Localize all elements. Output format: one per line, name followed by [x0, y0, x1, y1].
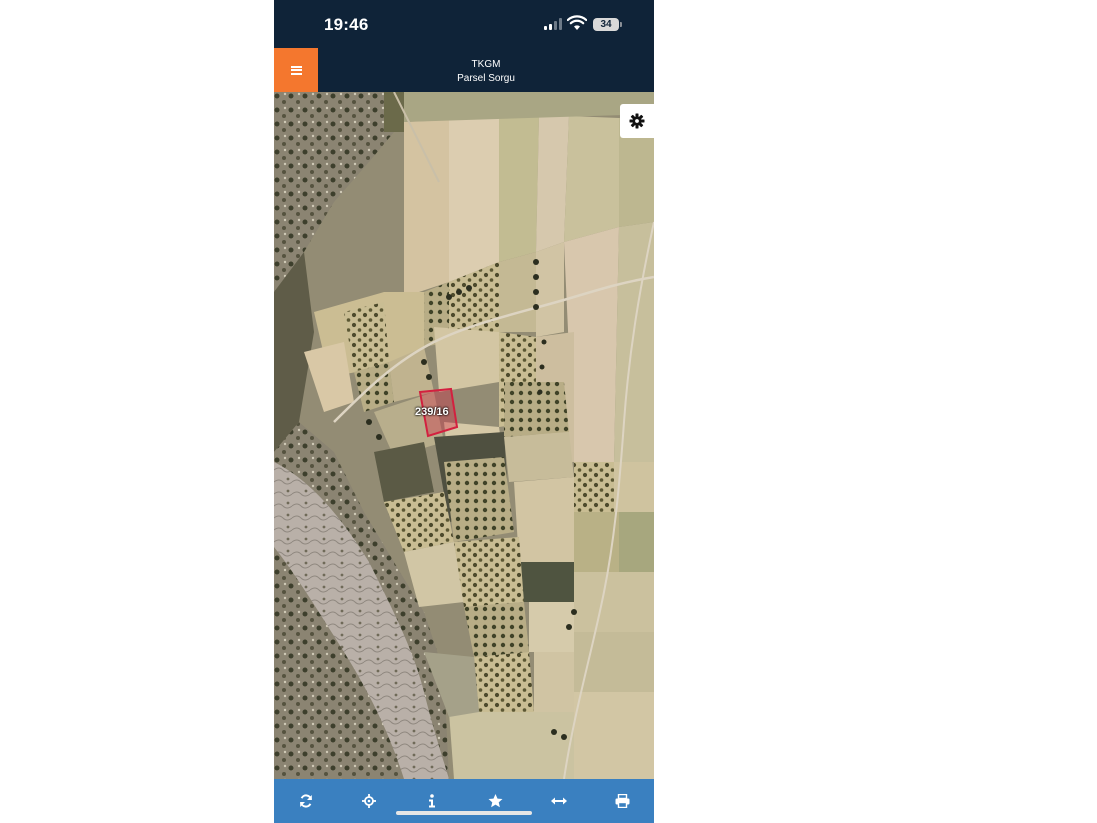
info-icon	[429, 794, 436, 808]
star-icon	[488, 794, 503, 808]
hamburger-icon	[290, 65, 302, 75]
favorite-button[interactable]	[476, 781, 516, 821]
bottom-toolbar	[274, 779, 654, 823]
map-view[interactable]: 239/16	[274, 92, 654, 779]
phone-screen: 19:46 34 TKGM Parsel Sorgu 239/16	[274, 0, 654, 823]
locate-button[interactable]	[349, 781, 389, 821]
parcel-label[interactable]: 239/16	[415, 406, 449, 418]
header-title-block: TKGM Parsel Sorgu	[318, 58, 654, 86]
app-header: TKGM Parsel Sorgu	[274, 48, 654, 92]
refresh-button[interactable]	[286, 781, 326, 821]
battery-icon: 34	[593, 18, 622, 31]
home-indicator	[396, 811, 532, 815]
parcel-outline[interactable]	[274, 92, 654, 779]
refresh-icon	[299, 794, 312, 808]
app-title: TKGM	[471, 59, 501, 70]
signal-icon	[544, 18, 562, 30]
measure-icon	[550, 797, 567, 805]
measure-button[interactable]	[539, 781, 579, 821]
wifi-icon	[567, 15, 587, 30]
gear-icon	[629, 113, 645, 129]
print-button[interactable]	[602, 781, 642, 821]
info-button[interactable]	[412, 781, 452, 821]
status-time: 19:46	[324, 15, 369, 34]
status-bar: 19:46 34	[274, 0, 654, 48]
print-icon	[615, 794, 630, 808]
battery-level: 34	[600, 19, 612, 30]
crosshair-icon	[361, 794, 376, 808]
app-subtitle: Parsel Sorgu	[457, 73, 515, 84]
map-settings-button[interactable]	[620, 104, 654, 138]
menu-button[interactable]	[274, 48, 318, 92]
